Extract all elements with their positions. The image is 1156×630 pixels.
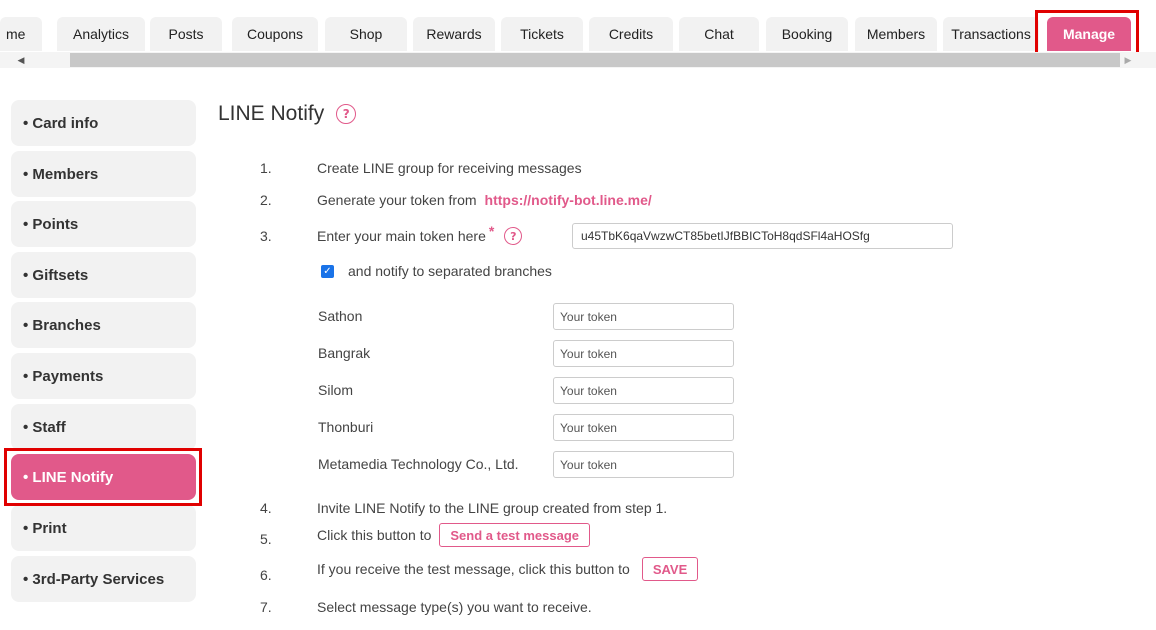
branch-token-input[interactable] — [553, 451, 734, 478]
chevron-right-icon[interactable]: ▶ — [1120, 52, 1136, 68]
save-button[interactable]: SAVE — [641, 557, 699, 581]
step-3-row: Enter your main token here * ? — [317, 223, 523, 245]
step-number: 7. — [260, 599, 272, 615]
step-2-text: Generate your token from — [317, 192, 477, 208]
sidebar-item-staff[interactable]: • Staff — [11, 404, 196, 450]
branch-token-input[interactable] — [553, 303, 734, 330]
step-1-text: Create LINE group for receiving messages — [317, 160, 582, 176]
step-6-text: If you receive the test message, click t… — [317, 561, 630, 577]
chevron-left-icon[interactable]: ◀ — [13, 52, 29, 68]
branch-label: Metamedia Technology Co., Ltd. — [318, 456, 519, 472]
tab-chat[interactable]: Chat — [679, 17, 759, 51]
step-5-text: Click this button to — [317, 527, 432, 543]
question-circle-icon[interactable]: ? — [504, 227, 523, 245]
top-tab-bar: me Analytics Posts Coupons Shop Rewards … — [0, 0, 1156, 70]
sidebar-item-payments[interactable]: • Payments — [11, 353, 196, 399]
tab-rewards[interactable]: Rewards — [413, 17, 495, 51]
line-notify-link[interactable]: https://notify-bot.line.me/ — [485, 192, 652, 208]
required-mark: * — [488, 223, 495, 239]
page-title-text: LINE Notify — [218, 102, 325, 125]
sidebar-item-line-notify[interactable]: • LINE Notify — [11, 454, 196, 500]
sidebar-item-print[interactable]: • Print — [11, 505, 196, 551]
tab-manage[interactable]: Manage — [1047, 17, 1131, 51]
step-number: 3. — [260, 228, 272, 244]
tab-shop[interactable]: Shop — [325, 17, 407, 51]
separate-branches-row: ✓ and notify to separated branches — [321, 263, 552, 279]
step-number: 6. — [260, 567, 272, 583]
step-6-row: If you receive the test message, click t… — [317, 557, 699, 581]
sidebar-item-branches[interactable]: • Branches — [11, 302, 196, 348]
branch-label: Silom — [318, 382, 354, 398]
branch-token-input[interactable] — [553, 377, 734, 404]
separate-branches-checkbox[interactable]: ✓ — [321, 264, 334, 278]
sidebar-item-points[interactable]: • Points — [11, 201, 196, 247]
sidebar-item-members[interactable]: • Members — [11, 151, 196, 197]
check-icon: ✓ — [323, 265, 332, 277]
step-3-text: Enter your main token here — [317, 228, 486, 244]
step-number: 4. — [260, 500, 272, 516]
branch-label: Bangrak — [318, 345, 371, 361]
tab-coupons[interactable]: Coupons — [232, 17, 318, 51]
sidebar-item-card-info[interactable]: • Card info — [11, 100, 196, 146]
sidebar-item-3rd-party-services[interactable]: • 3rd-Party Services — [11, 556, 196, 602]
tab-posts[interactable]: Posts — [150, 17, 222, 51]
sidebar-item-giftsets[interactable]: • Giftsets — [11, 252, 196, 298]
page-title: LINE Notify ? — [218, 102, 357, 126]
question-circle-icon[interactable]: ? — [336, 104, 357, 124]
tab-tickets[interactable]: Tickets — [501, 17, 583, 51]
tab-members[interactable]: Members — [855, 17, 937, 51]
separate-branches-label: and notify to separated branches — [348, 263, 552, 279]
tab-scrollbar[interactable]: ◀ ▶ — [0, 52, 1156, 68]
tab-transactions[interactable]: Transactions — [943, 17, 1039, 51]
step-2-row: Generate your token from https://notify-… — [317, 192, 652, 208]
branch-token-input[interactable] — [553, 340, 734, 367]
send-test-message-button[interactable]: Send a test message — [439, 523, 591, 547]
step-number: 1. — [260, 160, 272, 176]
branch-label: Sathon — [318, 308, 363, 324]
tab-home[interactable]: me — [0, 17, 42, 51]
branch-label: Thonburi — [318, 419, 374, 435]
step-number: 5. — [260, 531, 272, 547]
step-7-text: Select message type(s) you want to recei… — [317, 599, 592, 615]
branch-token-input[interactable] — [553, 414, 734, 441]
tab-analytics[interactable]: Analytics — [57, 17, 145, 51]
tab-credits[interactable]: Credits — [589, 17, 673, 51]
scrollbar-thumb[interactable] — [70, 53, 1120, 67]
main-token-input[interactable] — [572, 223, 953, 249]
step-number: 2. — [260, 192, 272, 208]
step-5-row: Click this button to Send a test message — [317, 523, 591, 547]
step-4-text: Invite LINE Notify to the LINE group cre… — [317, 500, 668, 516]
tab-booking[interactable]: Booking — [766, 17, 848, 51]
